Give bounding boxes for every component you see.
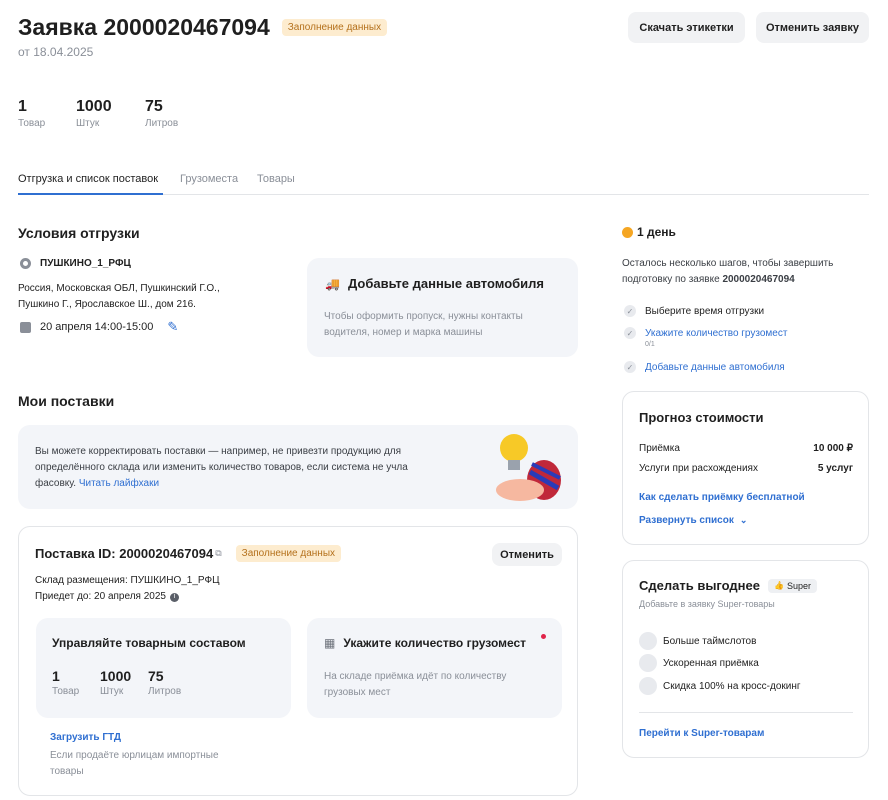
calendar-icon — [20, 321, 31, 333]
lifehacks-link[interactable]: Читать лайфхаки — [79, 478, 159, 489]
notification-dot — [541, 634, 546, 639]
warehouse-row: ПУШКИНО_1_РФЦ — [20, 258, 131, 269]
delivery-id: Поставка ID: 2000020467094 — [35, 546, 214, 561]
chevron-down-icon: ⌄ — [739, 515, 748, 525]
stat-pieces: 1000 Штук — [76, 98, 112, 129]
request-date: от 18.04.2025 — [18, 45, 94, 59]
check-icon: ✓ — [624, 305, 636, 317]
copy-icon[interactable]: ⧉ — [215, 548, 221, 559]
thumbs-up-icon: 👍 — [774, 581, 784, 590]
shipment-datetime-row: 20 апреля 14:00-15:00 ✎ — [20, 319, 178, 335]
truck-icon: 🚚 — [325, 276, 340, 291]
expand-list-link[interactable]: Развернуть список ⌄ — [639, 515, 747, 526]
shipment-title: Условия отгрузки — [18, 225, 140, 241]
arrival-date: Приедет до: 20 апреля 2025 — [35, 591, 166, 602]
bullet-icon — [639, 677, 657, 695]
cancel-request-button[interactable]: Отменить заявку — [756, 12, 869, 43]
deliveries-title: Мои поставки — [18, 393, 115, 409]
tab-cargo[interactable]: Грузоместа — [180, 173, 238, 185]
check-icon: ✓ — [624, 361, 636, 373]
address: Россия, Московская ОБЛ, Пушкинский Г.О.,… — [18, 283, 220, 310]
step-item: ✓ Выберите время отгрузки — [624, 305, 764, 317]
stat-liters: 75 Литров — [145, 98, 179, 129]
status-badge: Заполнение данных — [281, 19, 388, 36]
cargo-places-card[interactable]: ▦ Укажите количество грузомест На складе… — [307, 618, 562, 718]
location-pin-icon — [20, 258, 31, 269]
bullet-icon — [639, 632, 657, 650]
step-item: ✓ Укажите количество грузомест 0/1 — [624, 327, 787, 348]
super-item: Больше таймслотов — [639, 632, 756, 650]
upload-gtd-link[interactable]: Загрузить ГТД — [50, 732, 121, 743]
tab-active-indicator — [18, 193, 163, 195]
cost-row: Приёмка 10 000 ₽ — [639, 443, 853, 454]
header: Заявка 2000020467094 Заполнение данных — [18, 14, 388, 41]
cost-forecast-card: Прогноз стоимости Приёмка 10 000 ₽ Услуг… — [622, 391, 869, 545]
cancel-delivery-button[interactable]: Отменить — [492, 543, 562, 566]
tab-goods[interactable]: Товары — [257, 173, 295, 185]
pencil-icon[interactable]: ✎ — [167, 319, 178, 335]
step-item: ✓ Добавьте данные автомобиля — [624, 361, 785, 373]
delivery-card: Поставка ID: 2000020467094 ⧉ Заполнение … — [18, 526, 578, 796]
info-icon[interactable]: i — [170, 592, 179, 602]
super-badge: 👍 Super — [768, 578, 817, 593]
super-item: Ускоренная приёмка — [639, 654, 759, 672]
page-title: Заявка 2000020467094 — [18, 14, 270, 40]
manage-goods-card[interactable]: Управляйте товарным составом 1 Товар 100… — [36, 618, 291, 718]
tab-bar: Отгрузка и список поставок Грузоместа То… — [18, 173, 869, 195]
grid-icon: ▦ — [324, 636, 336, 650]
car-data-card[interactable]: 🚚 Добавьте данные автомобиля Чтобы оформ… — [307, 258, 578, 357]
clock-icon — [622, 226, 633, 238]
check-icon: ✓ — [624, 327, 636, 339]
free-acceptance-link[interactable]: Как сделать приёмку бесплатной — [639, 492, 805, 503]
cost-row: Услуги при расхождениях 5 услуг — [639, 463, 853, 474]
deliveries-info-banner: Вы можете корректировать поставки — напр… — [18, 425, 578, 509]
delivery-status-badge: Заполнение данных — [235, 545, 342, 562]
tab-shipment[interactable]: Отгрузка и список поставок — [18, 173, 158, 185]
deadline-timer: 1 день — [622, 225, 676, 239]
super-goods-card: Сделать выгоднее 👍 Super Добавьте в заяв… — [622, 560, 869, 758]
delivery-warehouse: Склад размещения: ПУШКИНО_1_РФЦ — [35, 575, 220, 586]
bullet-icon — [639, 654, 657, 672]
super-item: Скидка 100% на кросс-докинг — [639, 677, 801, 695]
lightbulb-hand-icon — [480, 430, 562, 505]
download-labels-button[interactable]: Скачать этикетки — [628, 12, 745, 43]
divider — [639, 712, 853, 713]
steps-text: Осталось несколько шагов, чтобы завершит… — [622, 258, 834, 285]
super-goods-link[interactable]: Перейти к Super-товарам — [639, 728, 764, 739]
warehouse-name: ПУШКИНО_1_РФЦ — [40, 258, 131, 269]
stat-goods: 1 Товар — [18, 98, 46, 129]
